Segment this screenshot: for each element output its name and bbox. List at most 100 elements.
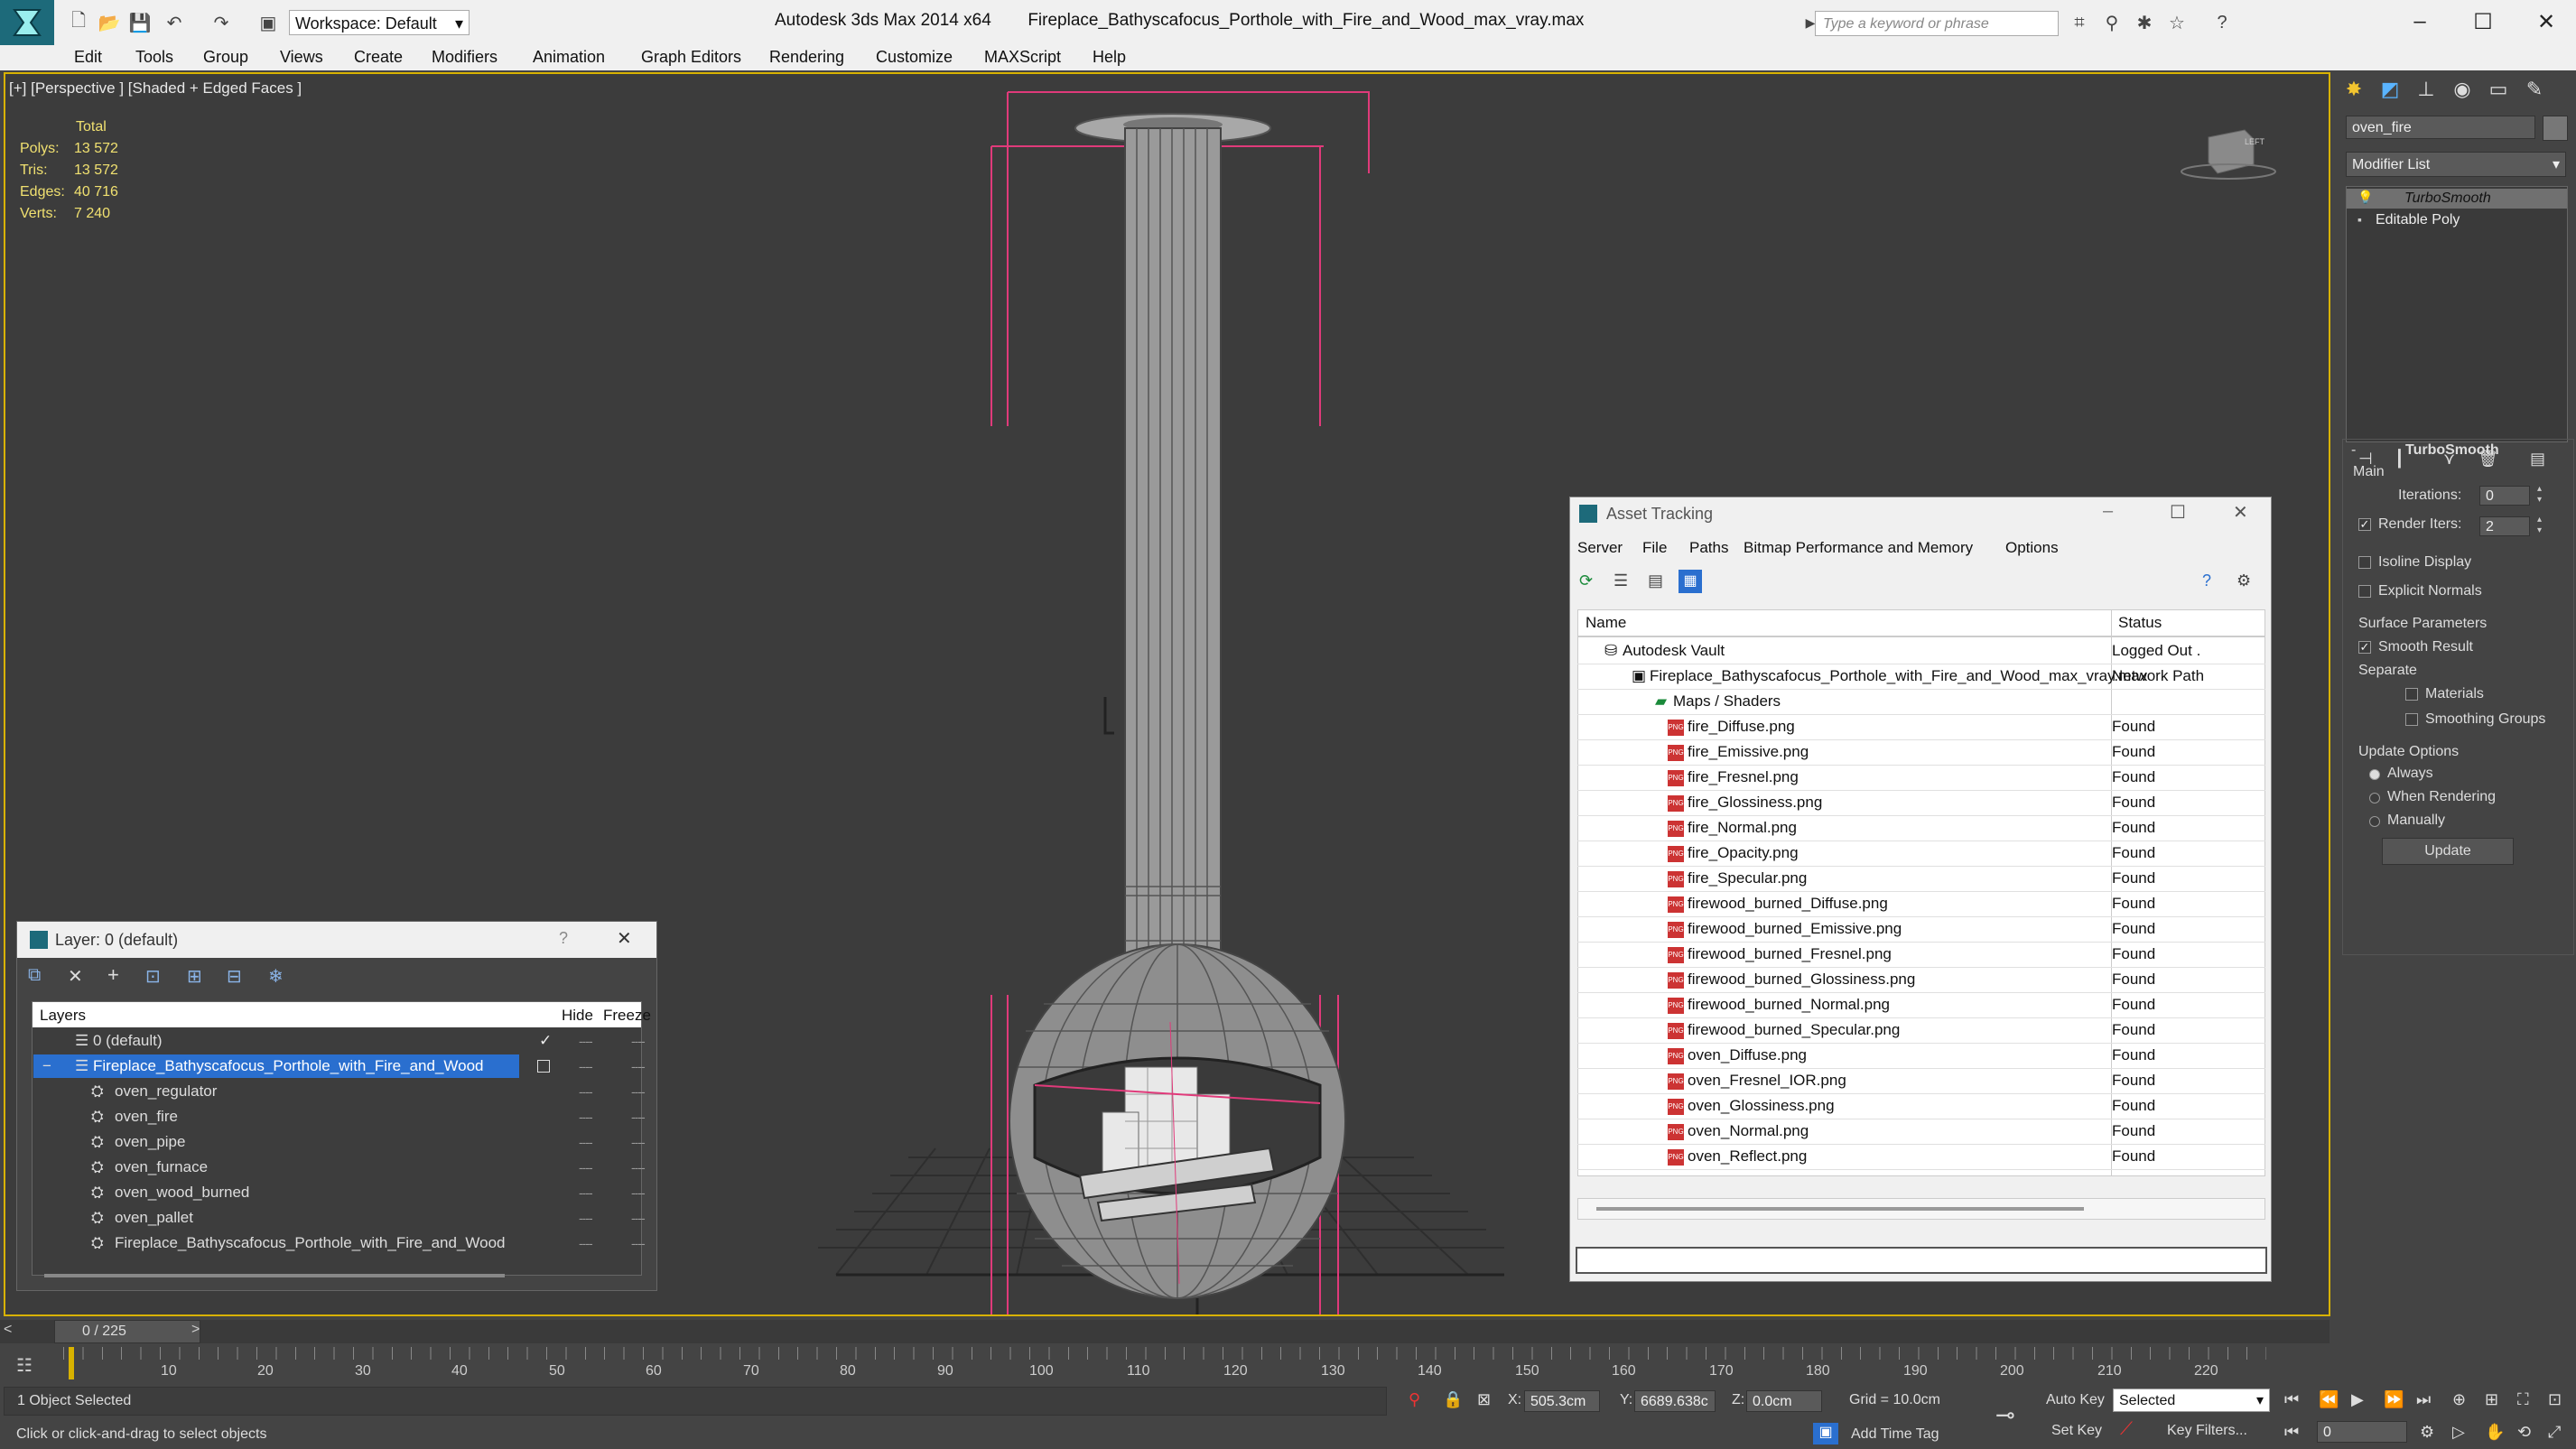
layer-row-fireplace[interactable]: − ☰ Fireplace_Bathyscafocus_Porthole_wit… bbox=[33, 1054, 646, 1079]
list-item[interactable]: ⛭ oven_wood_burned ---- ---- bbox=[33, 1180, 646, 1205]
maximize-icon[interactable]: ☐ bbox=[2170, 501, 2186, 524]
select-objects-icon[interactable]: ⊡ bbox=[145, 965, 161, 988]
set-key-button[interactable]: Set Key bbox=[2051, 1423, 2102, 1439]
table-row[interactable]: PNG oven_Glossiness.png Found bbox=[1577, 1093, 2265, 1119]
horizontal-scrollbar[interactable] bbox=[1577, 1198, 2265, 1220]
freeze-toggle[interactable]: ---- bbox=[631, 1079, 646, 1104]
add-time-tag[interactable]: Add Time Tag bbox=[1851, 1426, 1939, 1443]
rollout-collapse-icon[interactable]: - bbox=[2351, 442, 2356, 459]
redo-icon[interactable]: ↷ bbox=[209, 11, 233, 34]
table-row[interactable]: PNG fire_Opacity.png Found bbox=[1577, 841, 2265, 867]
object-color-swatch[interactable] bbox=[2543, 116, 2568, 141]
menu-help[interactable]: Help bbox=[1093, 48, 1126, 67]
table-row[interactable]: PNG firewood_burned_Glossiness.png Found bbox=[1577, 967, 2265, 993]
app-logo-icon[interactable] bbox=[0, 0, 54, 45]
list-item[interactable]: ⛭ oven_pallet ---- ---- bbox=[33, 1205, 646, 1231]
communication-icon[interactable]: ✱ bbox=[2133, 11, 2156, 34]
scrollbar-thumb[interactable] bbox=[1596, 1207, 2084, 1211]
list-item[interactable]: ⛭ oven_pipe ---- ---- bbox=[33, 1129, 646, 1155]
minimize-icon[interactable]: – bbox=[2103, 501, 2113, 522]
zoom-extents-all-icon[interactable]: ⊡ bbox=[2548, 1390, 2562, 1409]
menu-maxscript[interactable]: MAXScript bbox=[984, 48, 1061, 67]
table-row[interactable]: PNG oven_Normal.png Found bbox=[1577, 1119, 2265, 1145]
menu-group[interactable]: Group bbox=[203, 48, 248, 67]
maximize-viewport-icon[interactable]: ⤢ bbox=[2548, 1423, 2561, 1442]
list-item[interactable]: ⛭ oven_fire ---- ---- bbox=[33, 1104, 646, 1129]
asset-menu-paths[interactable]: Paths bbox=[1689, 539, 1728, 557]
key-filters-button[interactable]: Key Filters... bbox=[2167, 1423, 2247, 1439]
lightbulb-icon[interactable]: 💡 bbox=[2357, 190, 2373, 205]
close-icon[interactable]: ✕ bbox=[2233, 501, 2248, 524]
object-name-field[interactable]: oven_fire bbox=[2346, 116, 2535, 139]
help-icon[interactable]: ? bbox=[559, 929, 568, 948]
column-hide-header[interactable]: Hide bbox=[562, 1007, 593, 1025]
menu-animation[interactable]: Animation bbox=[533, 48, 605, 67]
column-layers-header[interactable]: Layers bbox=[40, 1007, 86, 1025]
settings-icon[interactable]: ⚙ bbox=[2237, 571, 2251, 590]
list-item[interactable]: ⛭ oven_furnace ---- ---- bbox=[33, 1155, 646, 1180]
auto-key-button[interactable]: Auto Key bbox=[2046, 1392, 2105, 1408]
undo-icon[interactable]: ↶ bbox=[163, 11, 186, 34]
collapse-icon[interactable]: − bbox=[42, 1054, 51, 1079]
asset-menu-server[interactable]: Server bbox=[1577, 539, 1623, 557]
hide-toggle[interactable]: ---- bbox=[579, 1155, 593, 1180]
table-row[interactable]: PNG firewood_burned_Emissive.png Found bbox=[1577, 916, 2265, 943]
mini-curve-editor-icon[interactable]: ☷ bbox=[16, 1354, 33, 1377]
render-iters-checkbox[interactable]: ✓ bbox=[2358, 518, 2371, 531]
update-button[interactable]: Update bbox=[2382, 838, 2514, 865]
list-item[interactable]: ⛭ Fireplace_Bathyscafocus_Porthole_with_F… bbox=[33, 1231, 646, 1256]
motion-tab-icon[interactable]: ◉ bbox=[2447, 74, 2478, 105]
freeze-toggle[interactable]: ---- bbox=[631, 1180, 646, 1205]
hide-toggle[interactable]: ---- bbox=[579, 1104, 593, 1129]
spinner-arrows-icon[interactable]: ▴ ▾ bbox=[2537, 484, 2548, 507]
table-row[interactable]: PNG fire_Specular.png Found bbox=[1577, 866, 2265, 892]
viewcube-label[interactable]: LEFT bbox=[2245, 137, 2264, 146]
previous-frame-icon[interactable]: ⏪ bbox=[2319, 1390, 2339, 1409]
table-row[interactable]: PNG fire_Diffuse.png Found bbox=[1577, 714, 2265, 740]
freeze-toggle[interactable]: ---- bbox=[631, 1231, 646, 1256]
go-to-start-icon[interactable]: ⏮ bbox=[2284, 1390, 2299, 1409]
table-row[interactable]: ▣ Fireplace_Bathyscafocus_Porthole_with_F… bbox=[1577, 664, 2265, 690]
set-current-layer-box[interactable] bbox=[537, 1060, 550, 1073]
next-frame-icon[interactable]: ⏩ bbox=[2384, 1390, 2404, 1409]
help-icon[interactable]: ? bbox=[2210, 11, 2234, 34]
time-prev-icon[interactable]: < bbox=[4, 1322, 12, 1338]
time-next-icon[interactable]: > bbox=[191, 1322, 200, 1338]
time-tag-icon[interactable]: ▣ bbox=[1813, 1423, 1838, 1444]
track-bar[interactable]: ☷ 10 20 30 40 50 60 70 80 90 100 110 120… bbox=[0, 1347, 2576, 1383]
play-icon[interactable]: ▶ bbox=[2351, 1390, 2364, 1409]
asset-menu-options[interactable]: Options bbox=[2005, 539, 2059, 557]
isolate-selection-icon[interactable]: ⚲ bbox=[1409, 1390, 1420, 1409]
z-coordinate-field[interactable]: 0.0cm bbox=[1746, 1390, 1822, 1412]
table-view-icon[interactable]: ▦ bbox=[1679, 570, 1702, 593]
menu-views[interactable]: Views bbox=[280, 48, 323, 67]
zoom-icon[interactable]: ⊕ bbox=[2452, 1390, 2466, 1409]
table-row[interactable]: PNG firewood_burned_Normal.png Found bbox=[1577, 992, 2265, 1018]
close-icon[interactable]: ✕ bbox=[2528, 5, 2564, 38]
menu-modifiers[interactable]: Modifiers bbox=[432, 48, 498, 67]
list-view-icon[interactable]: ☰ bbox=[1613, 571, 1628, 590]
hide-toggle[interactable]: ---- bbox=[579, 1129, 593, 1155]
table-row[interactable]: PNG oven_Fresnel_IOR.png Found bbox=[1577, 1068, 2265, 1094]
stack-item-turbosmooth[interactable]: 💡 TurboSmooth bbox=[2347, 189, 2567, 209]
freeze-toggle[interactable]: ---- bbox=[631, 1104, 646, 1129]
hide-toggle[interactable]: ---- bbox=[579, 1028, 593, 1054]
utilities-tab-icon[interactable]: ✎ bbox=[2519, 74, 2550, 105]
menu-customize[interactable]: Customize bbox=[876, 48, 953, 67]
asset-menu-file[interactable]: File bbox=[1642, 539, 1667, 557]
materials-checkbox[interactable] bbox=[2405, 688, 2418, 701]
y-coordinate-field[interactable]: 6689.638c bbox=[1634, 1390, 1716, 1412]
menu-edit[interactable]: Edit bbox=[74, 48, 102, 67]
table-row[interactable]: PNG firewood_burned_Specular.png Found bbox=[1577, 1017, 2265, 1044]
column-status-header[interactable]: Status bbox=[2118, 614, 2162, 632]
create-tab-icon[interactable]: ✸ bbox=[2339, 74, 2369, 105]
absolute-mode-icon[interactable]: ⊠ bbox=[1477, 1390, 1491, 1409]
zoom-extents-icon[interactable]: ⛶ bbox=[2517, 1390, 2529, 1409]
workspace-dropdown[interactable]: Workspace: Default ▾ bbox=[289, 10, 470, 35]
modify-tab-icon[interactable]: ◩ bbox=[2375, 74, 2405, 105]
freeze-toggle[interactable]: ---- bbox=[631, 1155, 646, 1180]
table-row[interactable]: ▰ Maps / Shaders bbox=[1577, 689, 2265, 715]
isoline-display-checkbox[interactable] bbox=[2358, 556, 2371, 569]
stack-item-editable-poly[interactable]: ▪ Editable Poly bbox=[2347, 210, 2567, 230]
go-to-end-icon[interactable]: ⏭ bbox=[2416, 1390, 2431, 1409]
